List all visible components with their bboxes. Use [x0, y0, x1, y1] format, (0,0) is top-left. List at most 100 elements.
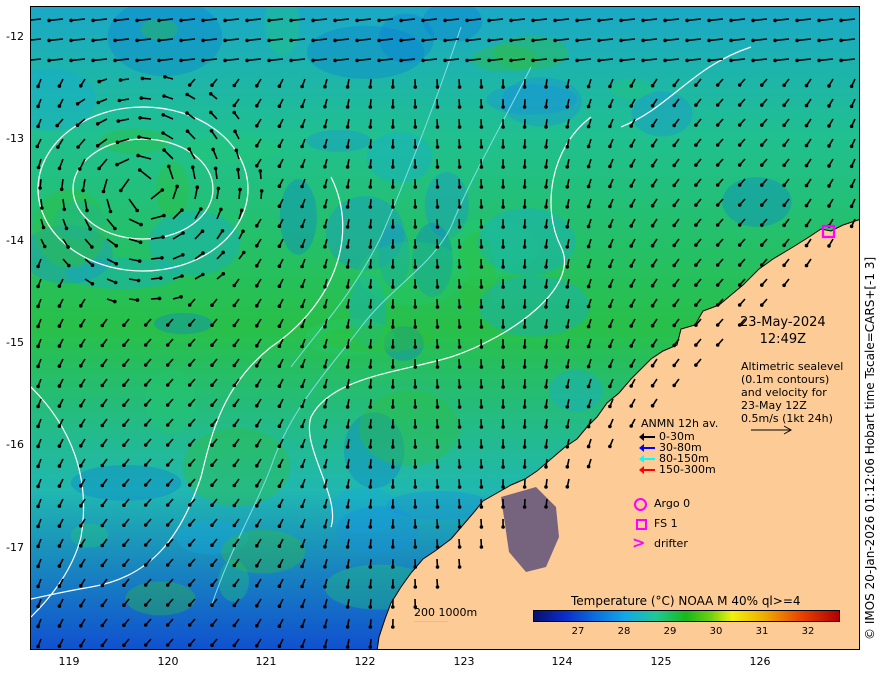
velocity-arrow-head	[782, 123, 786, 128]
velocity-arrow-head	[522, 185, 527, 189]
colorbar-tick: 31	[755, 626, 769, 637]
velocity-arrow-head	[277, 644, 282, 648]
velocity-arrow-head	[737, 243, 742, 247]
velocity-arrow-head	[501, 225, 505, 229]
velocity-arrow-head	[368, 285, 373, 289]
velocity-arrow-head	[232, 483, 237, 488]
velocity-arrow-head	[694, 243, 698, 247]
velocity-arrow-head	[522, 105, 527, 109]
velocity-arrow-head	[715, 323, 720, 327]
velocity-arrow-head	[650, 123, 655, 128]
velocity-arrow-head	[544, 245, 548, 249]
velocity-arrow-head	[729, 18, 733, 23]
velocity-arrow-head	[41, 225, 46, 230]
velocity-arrow-head	[113, 18, 117, 23]
velocity-arrow-head	[277, 424, 282, 429]
velocity-arrow-head	[345, 605, 350, 609]
velocity-arrow-head	[122, 503, 126, 508]
velocity-arrow-head	[255, 244, 259, 248]
velocity-arrow-head	[300, 624, 304, 629]
x-tick-label: 122	[354, 655, 376, 668]
velocity-arrow-head	[715, 223, 720, 227]
velocity-arrow-head	[641, 38, 645, 43]
velocity-arrow-head	[36, 104, 40, 109]
velocity-arrow-head	[565, 245, 570, 249]
velocity-arrow-head	[509, 38, 513, 43]
velocity-arrow-head	[672, 263, 676, 268]
velocity-arrow-head	[232, 643, 237, 648]
velocity-arrow-head	[79, 364, 83, 368]
velocity-arrow-head	[36, 504, 40, 509]
velocity-arrow-head	[565, 285, 570, 289]
velocity-arrow-head	[255, 304, 259, 308]
velocity-arrow-head	[694, 163, 698, 167]
velocity-arrow-head	[245, 58, 249, 63]
velocity-arrow-head	[179, 38, 183, 43]
velocity-arrow-head	[773, 58, 777, 63]
velocity-arrow-head	[608, 224, 612, 229]
velocity-arrow-head	[729, 58, 733, 63]
velocity-arrow-head	[345, 205, 350, 209]
velocity-arrow-head	[56, 145, 60, 149]
sst-patch	[486, 84, 578, 115]
sst-patch	[478, 276, 590, 337]
velocity-arrow-head	[187, 403, 192, 407]
velocity-arrow-head	[544, 85, 548, 89]
velocity-arrow-head	[300, 184, 304, 189]
velocity-arrow-head	[522, 225, 527, 229]
velocity-arrow-head	[544, 105, 548, 109]
velocity-arrow-head	[76, 145, 80, 149]
velocity-arrow-head	[782, 223, 786, 228]
velocity-arrow-head	[479, 265, 484, 269]
velocity-arrow-head	[650, 403, 655, 408]
velocity-arrow-head	[277, 144, 282, 148]
velocity-arrow-head	[113, 58, 117, 63]
velocity-arrow-head	[277, 204, 282, 208]
velocity-arrow-head	[345, 185, 350, 189]
velocity-arrow-head	[782, 183, 786, 188]
arrow-left-icon	[639, 466, 655, 474]
velocity-arrow-head	[413, 165, 418, 169]
velocity-arrow-head	[345, 445, 350, 449]
velocity-arrow-head	[782, 163, 786, 168]
velocity-arrow-head	[650, 303, 655, 308]
velocity-arrow-head	[323, 104, 327, 109]
velocity-arrow-head	[255, 484, 259, 488]
velocity-arrow-head	[522, 405, 527, 409]
velocity-arrow-head	[300, 164, 304, 169]
sst-patch	[358, 241, 468, 306]
velocity-arrow-head	[565, 325, 570, 329]
velocity-arrow-head	[100, 403, 105, 408]
velocity-arrow-head	[760, 183, 764, 187]
velocity-arrow-head	[223, 18, 227, 23]
velocity-arrow-head	[457, 205, 462, 209]
velocity-arrow-head	[311, 58, 315, 63]
velocity-arrow-head	[100, 383, 105, 388]
velocity-arrow-head	[143, 543, 148, 547]
velocity-arrow-head	[501, 305, 505, 309]
velocity-arrow-head	[629, 144, 633, 148]
velocity-arrow-head	[113, 280, 118, 285]
velocity-arrow-head	[137, 259, 142, 263]
velocity-arrow-head	[509, 58, 513, 63]
velocity-arrow-head	[629, 344, 633, 348]
velocity-arrow-head	[67, 263, 71, 268]
velocity-arrow-head	[323, 404, 327, 409]
velocity-arrow-head	[162, 148, 166, 152]
velocity-arrow-head	[209, 110, 213, 115]
velocity-arrow-head	[391, 585, 395, 589]
velocity-arrow-head	[501, 105, 505, 109]
velocity-arrow-head	[323, 284, 327, 289]
map-panel[interactable]	[30, 6, 860, 650]
velocity-arrow-head	[245, 18, 249, 23]
velocity-arrow-head	[501, 265, 505, 269]
velocity-arrow-head	[608, 404, 612, 409]
velocity-arrow-head	[391, 445, 395, 449]
velocity-arrow-head	[187, 503, 192, 507]
velocity-arrow-head	[629, 424, 633, 428]
velocity-arrow-head	[368, 345, 373, 349]
velocity-arrow-head	[210, 603, 214, 607]
velocity-arrow-head	[323, 544, 327, 549]
velocity-arrow-head	[232, 110, 236, 115]
velocity-arrow-head	[435, 385, 440, 389]
